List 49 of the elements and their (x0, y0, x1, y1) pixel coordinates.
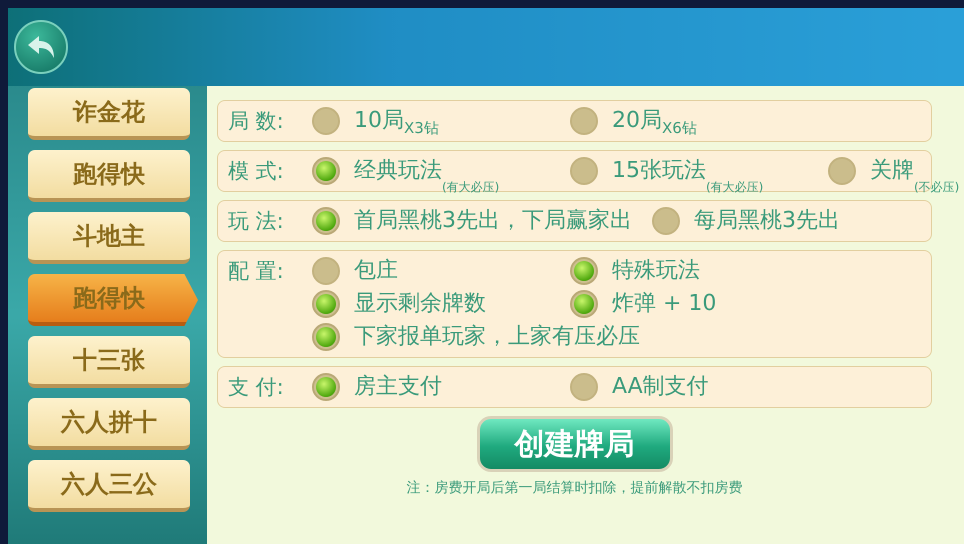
row-label: 支 付: (228, 374, 285, 401)
option-label: 首局黑桃3先出，下局赢家出 (354, 207, 632, 235)
option-label: 经典玩法 (354, 157, 442, 185)
option-note: (有大必压) (706, 181, 764, 193)
game-tab[interactable]: 六人拼十 (28, 398, 190, 450)
radio-button[interactable] (312, 323, 340, 351)
radio-button[interactable] (570, 257, 598, 285)
option-label: 20局 (612, 107, 662, 135)
game-tab[interactable]: 跑得快 (28, 150, 190, 202)
option-note: (有大必压) (442, 181, 500, 193)
radio-button[interactable] (312, 257, 340, 285)
row-label: 配 置: (228, 258, 285, 285)
option-label: AA制支付 (612, 373, 709, 401)
radio-button[interactable] (828, 157, 856, 185)
game-tab[interactable]: 斗地主 (28, 212, 190, 264)
option-label: 特殊玩法 (612, 257, 700, 285)
row-label: 模 式: (228, 158, 285, 185)
option-label: 关牌 (870, 157, 914, 185)
radio-button[interactable] (312, 207, 340, 235)
game-tab[interactable]: 十三张 (28, 336, 190, 388)
option-label: 15张玩法 (612, 157, 706, 185)
radio-button[interactable] (570, 107, 598, 135)
radio-button[interactable] (652, 207, 680, 235)
option-label: 每局黑桃3先出 (694, 207, 840, 235)
radio-button[interactable] (570, 290, 598, 318)
option-note: (不必压) (914, 181, 960, 193)
radio-button[interactable] (570, 373, 598, 401)
option-label: 10局 (354, 107, 404, 135)
row-label: 玩 法: (228, 208, 285, 235)
option-label: 下家报单玩家，上家有压必压 (354, 323, 640, 351)
option-label: 显示剩余牌数 (354, 290, 486, 318)
option-label: 房主支付 (354, 373, 442, 401)
game-tab[interactable]: 六人三公 (28, 460, 190, 512)
row-label: 局 数: (228, 108, 285, 135)
option-cost: X6钻 (662, 118, 697, 138)
back-button[interactable] (14, 20, 68, 74)
option-cost: X3钻 (404, 118, 439, 138)
option-label: 炸弹 + 10 (612, 290, 716, 318)
create-room-button[interactable]: 创建牌局 (476, 416, 672, 472)
game-tab[interactable]: 诈金花 (28, 88, 190, 140)
option-label: 包庄 (354, 257, 398, 285)
back-arrow-icon (26, 34, 56, 60)
fee-note: 注：房费开局后第一局结算时扣除，提前解散不扣房费 (406, 479, 742, 498)
radio-button[interactable] (312, 290, 340, 318)
radio-button[interactable] (312, 373, 340, 401)
radio-button[interactable] (312, 107, 340, 135)
radio-button[interactable] (570, 157, 598, 185)
radio-button[interactable] (312, 157, 340, 185)
game-tab[interactable]: 跑得快 (28, 274, 198, 326)
